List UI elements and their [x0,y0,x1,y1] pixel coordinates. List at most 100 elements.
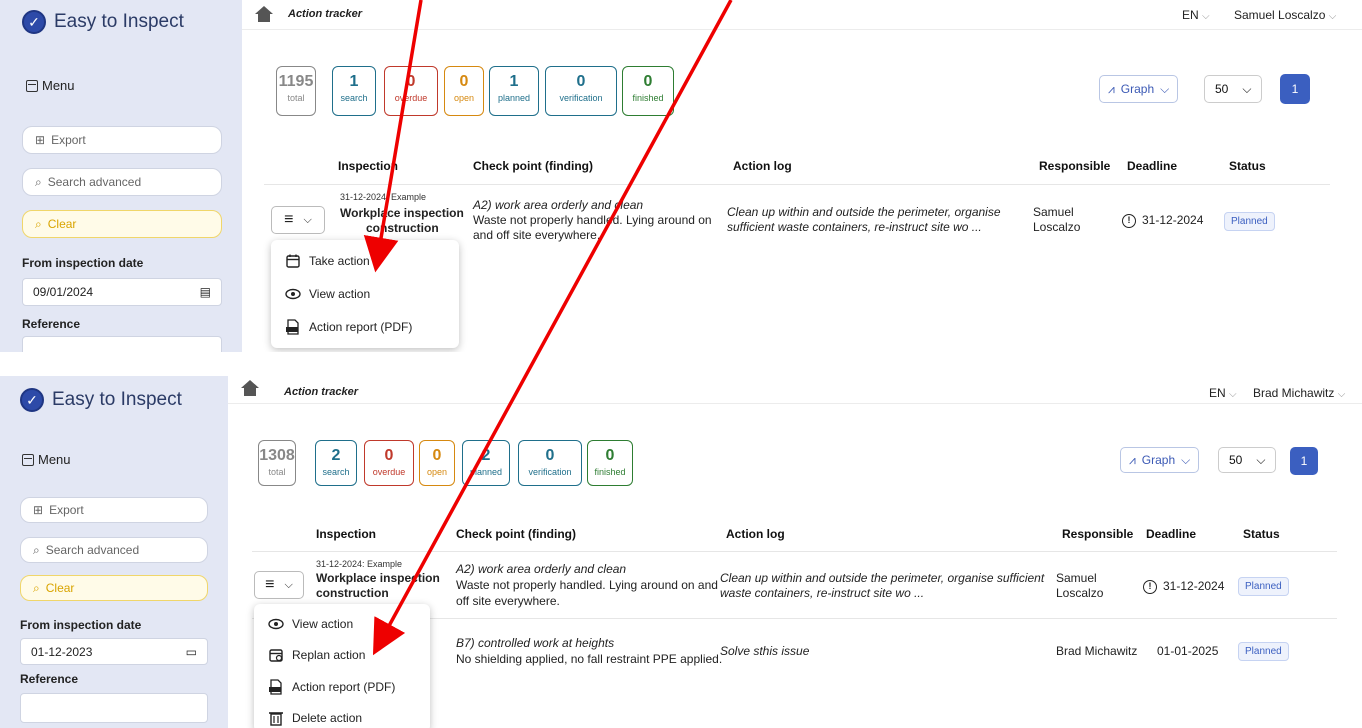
menu-item-label: Take action [309,254,370,268]
stat-box-verification[interactable]: 0 verification [545,66,617,116]
language-selector[interactable]: EN ⌵ [1182,8,1210,22]
page-size-select[interactable]: 50 ⌵ [1218,447,1277,473]
calendar-icon: ▭ [185,644,197,659]
header-checkpoint[interactable]: Check point (finding) [456,527,576,541]
stat-label: verification [528,467,572,477]
screenshot-top: ✓ Easy to Inspect Menu ⊞ Export ⌕ Search… [0,0,1362,352]
stat-label: search [340,93,368,103]
search-advanced-input[interactable]: ⌕ Search advanced [22,168,222,196]
clear-label: Clear [45,581,75,595]
stat-box-planned[interactable]: 1 planned [489,66,539,116]
menu-item-action-report[interactable]: Action report (PDF) [268,679,395,695]
eye-icon [285,288,301,300]
responsible-line-1: Samuel [1033,205,1074,219]
menu-item-action-report[interactable]: Action report (PDF) [285,319,412,335]
pdf-icon [269,679,282,695]
search-placeholder: Search advanced [47,175,142,189]
responsible-line-2: Loscalzo [1033,220,1081,234]
responsible-line-2: Loscalzo [1056,586,1104,600]
stat-box-overdue[interactable]: 0 overdue [364,440,414,486]
chevron-down-icon: ⌵ [1229,389,1237,400]
header-action-log[interactable]: Action log [726,527,785,541]
inspection-title-1[interactable]: Workplace inspection [340,206,464,221]
stat-box-finished[interactable]: 0 finished [587,440,633,486]
user-menu[interactable]: Samuel Loscalzo ⌵ [1234,8,1336,22]
deadline-value: 01-01-2025 [1157,644,1219,658]
chevron-down-icon: ⌵ [1202,11,1210,22]
stat-box-finished[interactable]: 0 finished [622,66,674,116]
clear-button[interactable]: ⌕ Clear [22,210,222,238]
menu-item-delete-action[interactable]: Delete action [268,710,362,726]
user-menu[interactable]: Brad Michawitz ⌵ [1253,386,1345,400]
export-button[interactable]: ⊞ Export [20,497,208,523]
deadline-value: 31-12-2024 [1142,213,1204,227]
reference-input[interactable] [22,336,222,352]
log-line-2: waste containers, re-instruct site wo ..… [720,586,925,600]
from-date-input[interactable]: 01-12-2023 ▭ [20,638,208,665]
language-selector[interactable]: EN ⌵ [1209,386,1237,400]
app-logo[interactable]: ✓ Easy to Inspect [22,10,184,34]
finding-line-1: No shielding applied, no fall restraint … [456,652,723,666]
stat-value: 2 [481,447,491,464]
deadline: ! 31-12-2024 [1122,213,1203,228]
inspection-title-2[interactable]: construction [366,221,439,236]
inspection-title-1[interactable]: Workplace inspection [316,571,440,586]
stat-box-verification[interactable]: 0 verification [518,440,582,486]
stat-box-overdue[interactable]: 0 overdue [384,66,438,116]
log-line-1: Clean up within and outside the perimete… [720,571,1045,585]
page-button[interactable]: 1 [1280,74,1310,104]
header-action-log[interactable]: Action log [733,159,792,173]
menu-label: Menu [42,78,75,93]
menu-item-view-action[interactable]: View action [285,286,370,302]
header-inspection[interactable]: Inspection [316,527,376,541]
from-date-value: 01-12-2023 [31,644,93,659]
menu-toggle[interactable]: Menu [26,78,75,93]
row-actions-button[interactable]: ≡ ⌵ [254,571,304,599]
menu-icon [26,79,38,92]
header-deadline[interactable]: Deadline [1127,159,1177,173]
clear-label: Clear [47,217,77,231]
stat-box-search[interactable]: 2 search [315,440,357,486]
stat-box-total[interactable]: 1195 total [276,66,316,116]
header-deadline[interactable]: Deadline [1146,527,1196,541]
header-status[interactable]: Status [1243,527,1280,541]
header-checkpoint[interactable]: Check point (finding) [473,159,593,173]
stat-box-total[interactable]: 1308 total [258,440,296,486]
header-responsible[interactable]: Responsible [1039,159,1110,173]
home-icon[interactable] [254,4,274,24]
export-button[interactable]: ⊞ Export [22,126,222,154]
app-logo[interactable]: ✓ Easy to Inspect [20,388,182,412]
menu-item-replan-action[interactable]: Replan action [268,647,365,663]
inspection-title-2[interactable]: construction [316,586,389,601]
log-line-1: Clean up within and outside the perimete… [727,205,1001,219]
responsible: Brad Michawitz [1056,644,1138,658]
sidebar: ✓ Easy to Inspect Menu ⊞ Export ⌕ Search… [0,0,242,352]
reference-input[interactable] [20,693,208,723]
search-advanced-input[interactable]: ⌕ Search advanced [20,537,208,563]
stat-label: overdue [394,93,428,103]
home-icon[interactable] [240,378,260,398]
stat-value: 0 [643,73,653,90]
clear-button[interactable]: ⌕ Clear [20,575,208,601]
header-status[interactable]: Status [1229,159,1266,173]
header-divider [252,551,1337,552]
log-line-2: sufficient waste containers, re-instruct… [727,220,982,234]
stat-box-open[interactable]: 0 open [444,66,484,116]
menu-item-view-action[interactable]: View action [268,616,353,632]
menu-toggle[interactable]: Menu [22,452,71,467]
header-inspection[interactable]: Inspection [338,159,398,173]
page-button[interactable]: 1 [1290,447,1318,475]
menu-item-take-action[interactable]: Take action [285,253,370,269]
header-responsible[interactable]: Responsible [1062,527,1133,541]
graph-button[interactable]: ⩘ Graph ⌵ [1099,75,1179,103]
page-size-value: 50 [1215,82,1229,96]
from-date-input[interactable]: 09/01/2024 ▤ [22,278,222,306]
stat-box-open[interactable]: 0 open [419,440,455,486]
page-size-select[interactable]: 50 ⌵ [1204,75,1263,103]
row-actions-button[interactable]: ≡ ⌵ [271,206,325,234]
stat-label: overdue [372,467,406,477]
graph-button[interactable]: ⩘ Graph ⌵ [1120,447,1200,473]
deadline-value: 31-12-2024 [1163,579,1225,593]
stat-box-planned[interactable]: 2 planned [462,440,510,486]
stat-box-search[interactable]: 1 search [332,66,376,116]
